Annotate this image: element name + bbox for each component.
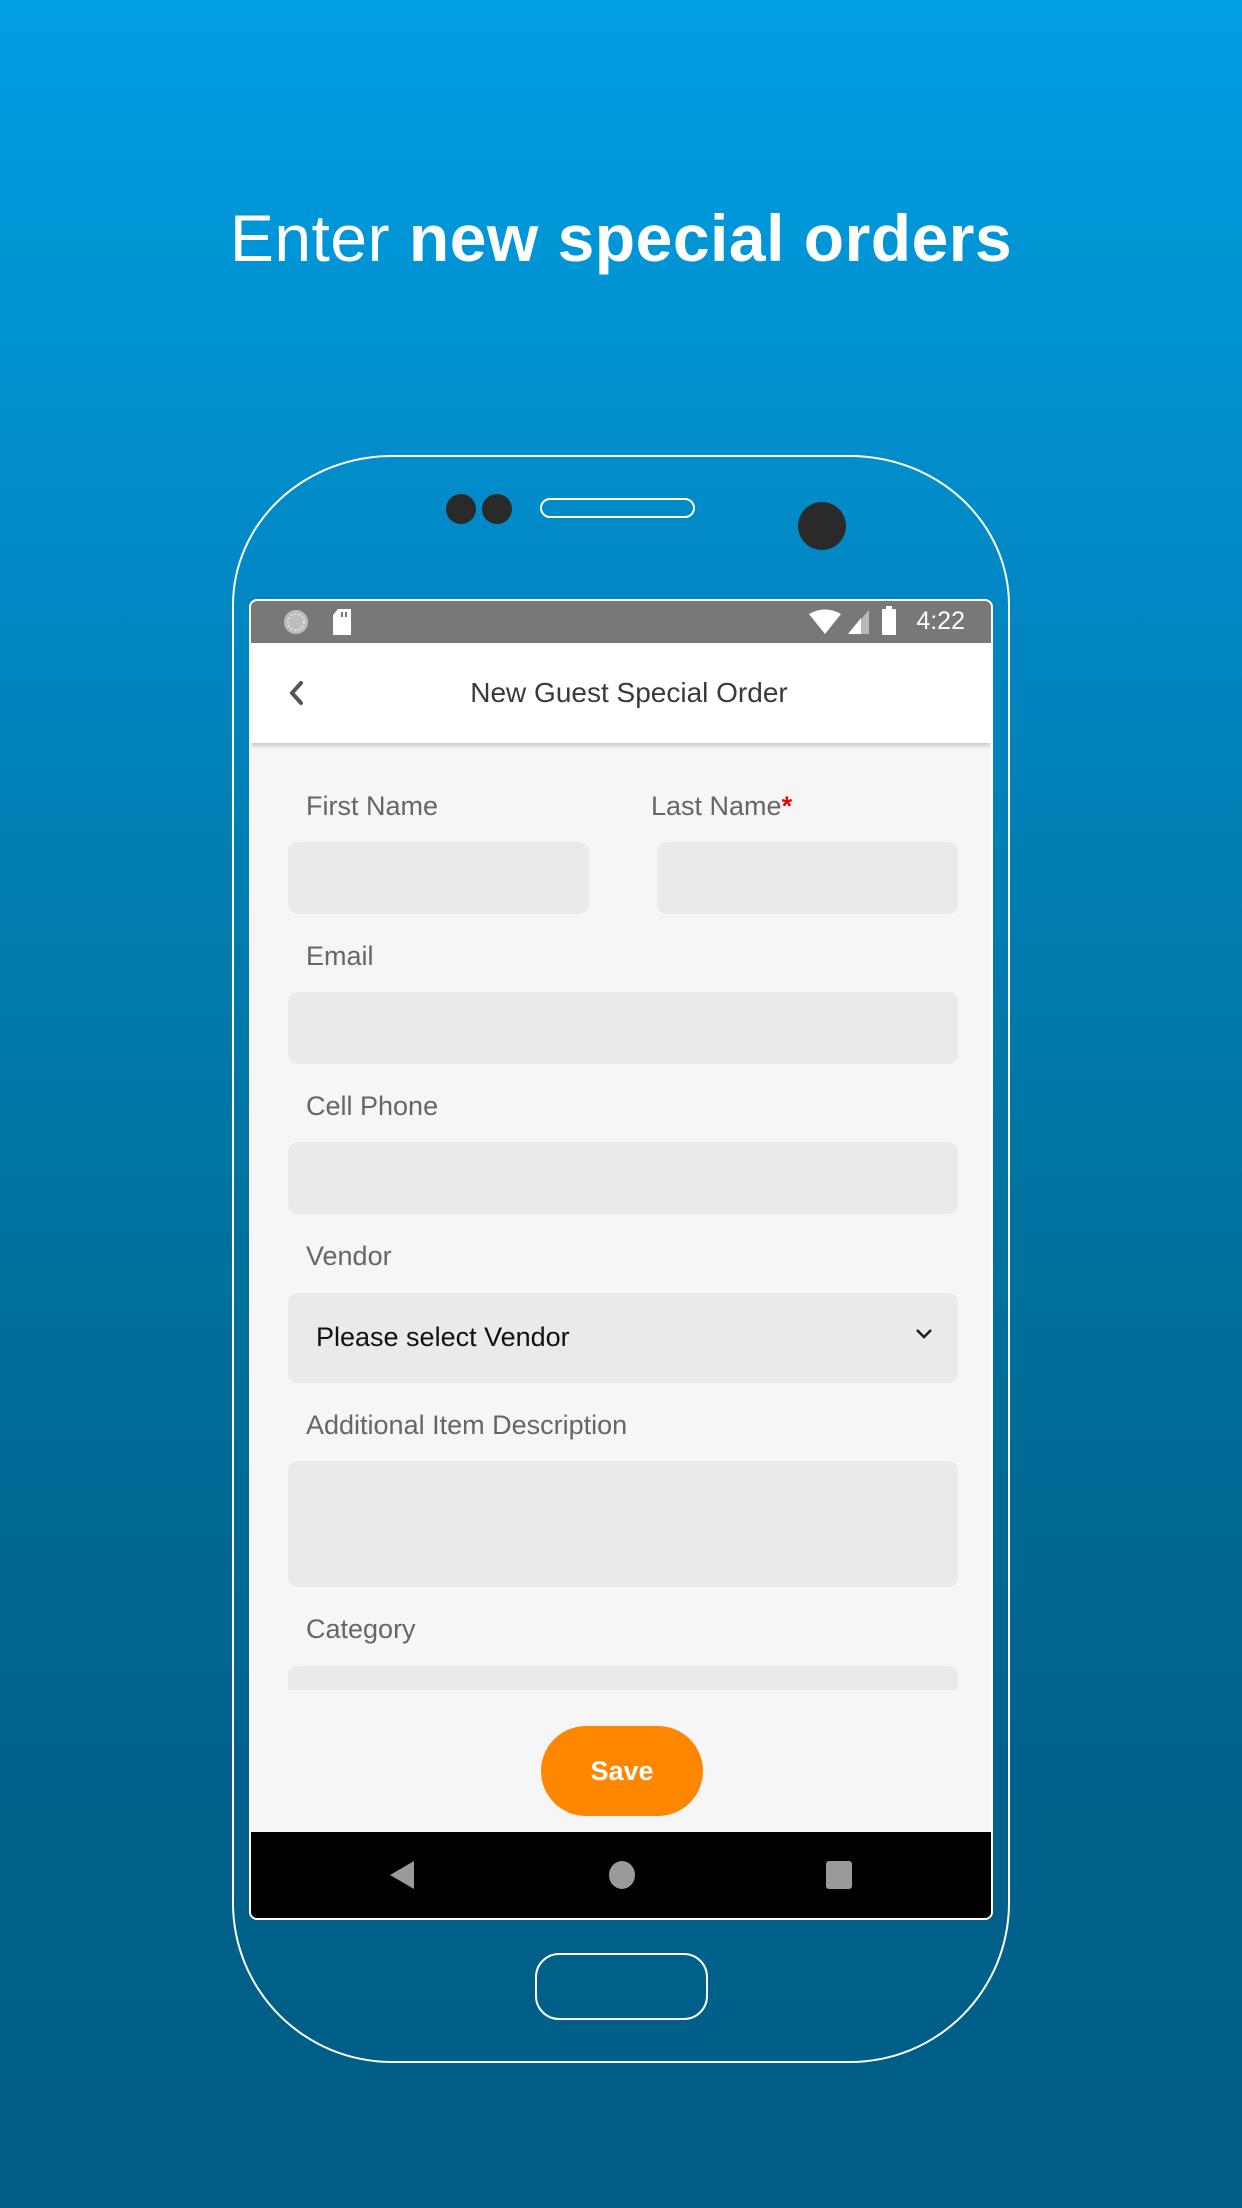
sensor-icon (446, 494, 476, 524)
headline-light: Enter (229, 201, 409, 275)
email-input[interactable] (288, 992, 958, 1064)
description-textarea[interactable] (288, 1461, 958, 1587)
recents-square-icon[interactable] (825, 1860, 853, 1890)
sync-icon (284, 610, 308, 634)
headline: Enter new special orders (0, 200, 1242, 276)
headline-bold: new special orders (408, 201, 1013, 275)
category-input[interactable] (288, 1666, 958, 1690)
last-name-input[interactable] (657, 842, 958, 914)
camera-icon (798, 502, 846, 550)
vendor-label: Vendor (306, 1241, 392, 1271)
sensor-icon (482, 494, 512, 524)
cell-phone-input[interactable] (288, 1142, 958, 1214)
home-circle-icon[interactable] (608, 1860, 636, 1890)
phone-screen: 4:22 New Guest Special Order First Name … (249, 599, 993, 1920)
last-name-label: Last Name* (651, 791, 792, 822)
category-label: Category (306, 1614, 416, 1644)
vendor-select[interactable]: Please select Vendor (288, 1293, 958, 1383)
cell-phone-label: Cell Phone (306, 1091, 439, 1121)
chevron-down-icon (916, 1329, 932, 1339)
clock: 4:22 (916, 607, 965, 635)
vendor-selected-value: Please select Vendor (316, 1322, 570, 1352)
description-label: Additional Item Description (306, 1410, 628, 1440)
last-name-label-text: Last Name (651, 791, 782, 821)
required-marker: * (781, 791, 793, 821)
wifi-icon (809, 609, 841, 634)
status-bar: 4:22 (251, 601, 991, 643)
app-bar: New Guest Special Order (251, 643, 991, 743)
first-name-input[interactable] (288, 842, 589, 914)
speaker-icon (540, 498, 695, 518)
signal-icon (848, 610, 869, 634)
home-hardware-button[interactable] (535, 1953, 708, 2020)
sd-card-icon (333, 609, 351, 635)
first-name-label: First Name (306, 791, 439, 821)
back-triangle-icon[interactable] (388, 1860, 416, 1890)
save-button[interactable]: Save (541, 1726, 703, 1816)
page-title: New Guest Special Order (470, 677, 788, 708)
email-label: Email (306, 941, 374, 971)
battery-icon (882, 606, 896, 635)
system-nav-bar (251, 1832, 991, 1918)
